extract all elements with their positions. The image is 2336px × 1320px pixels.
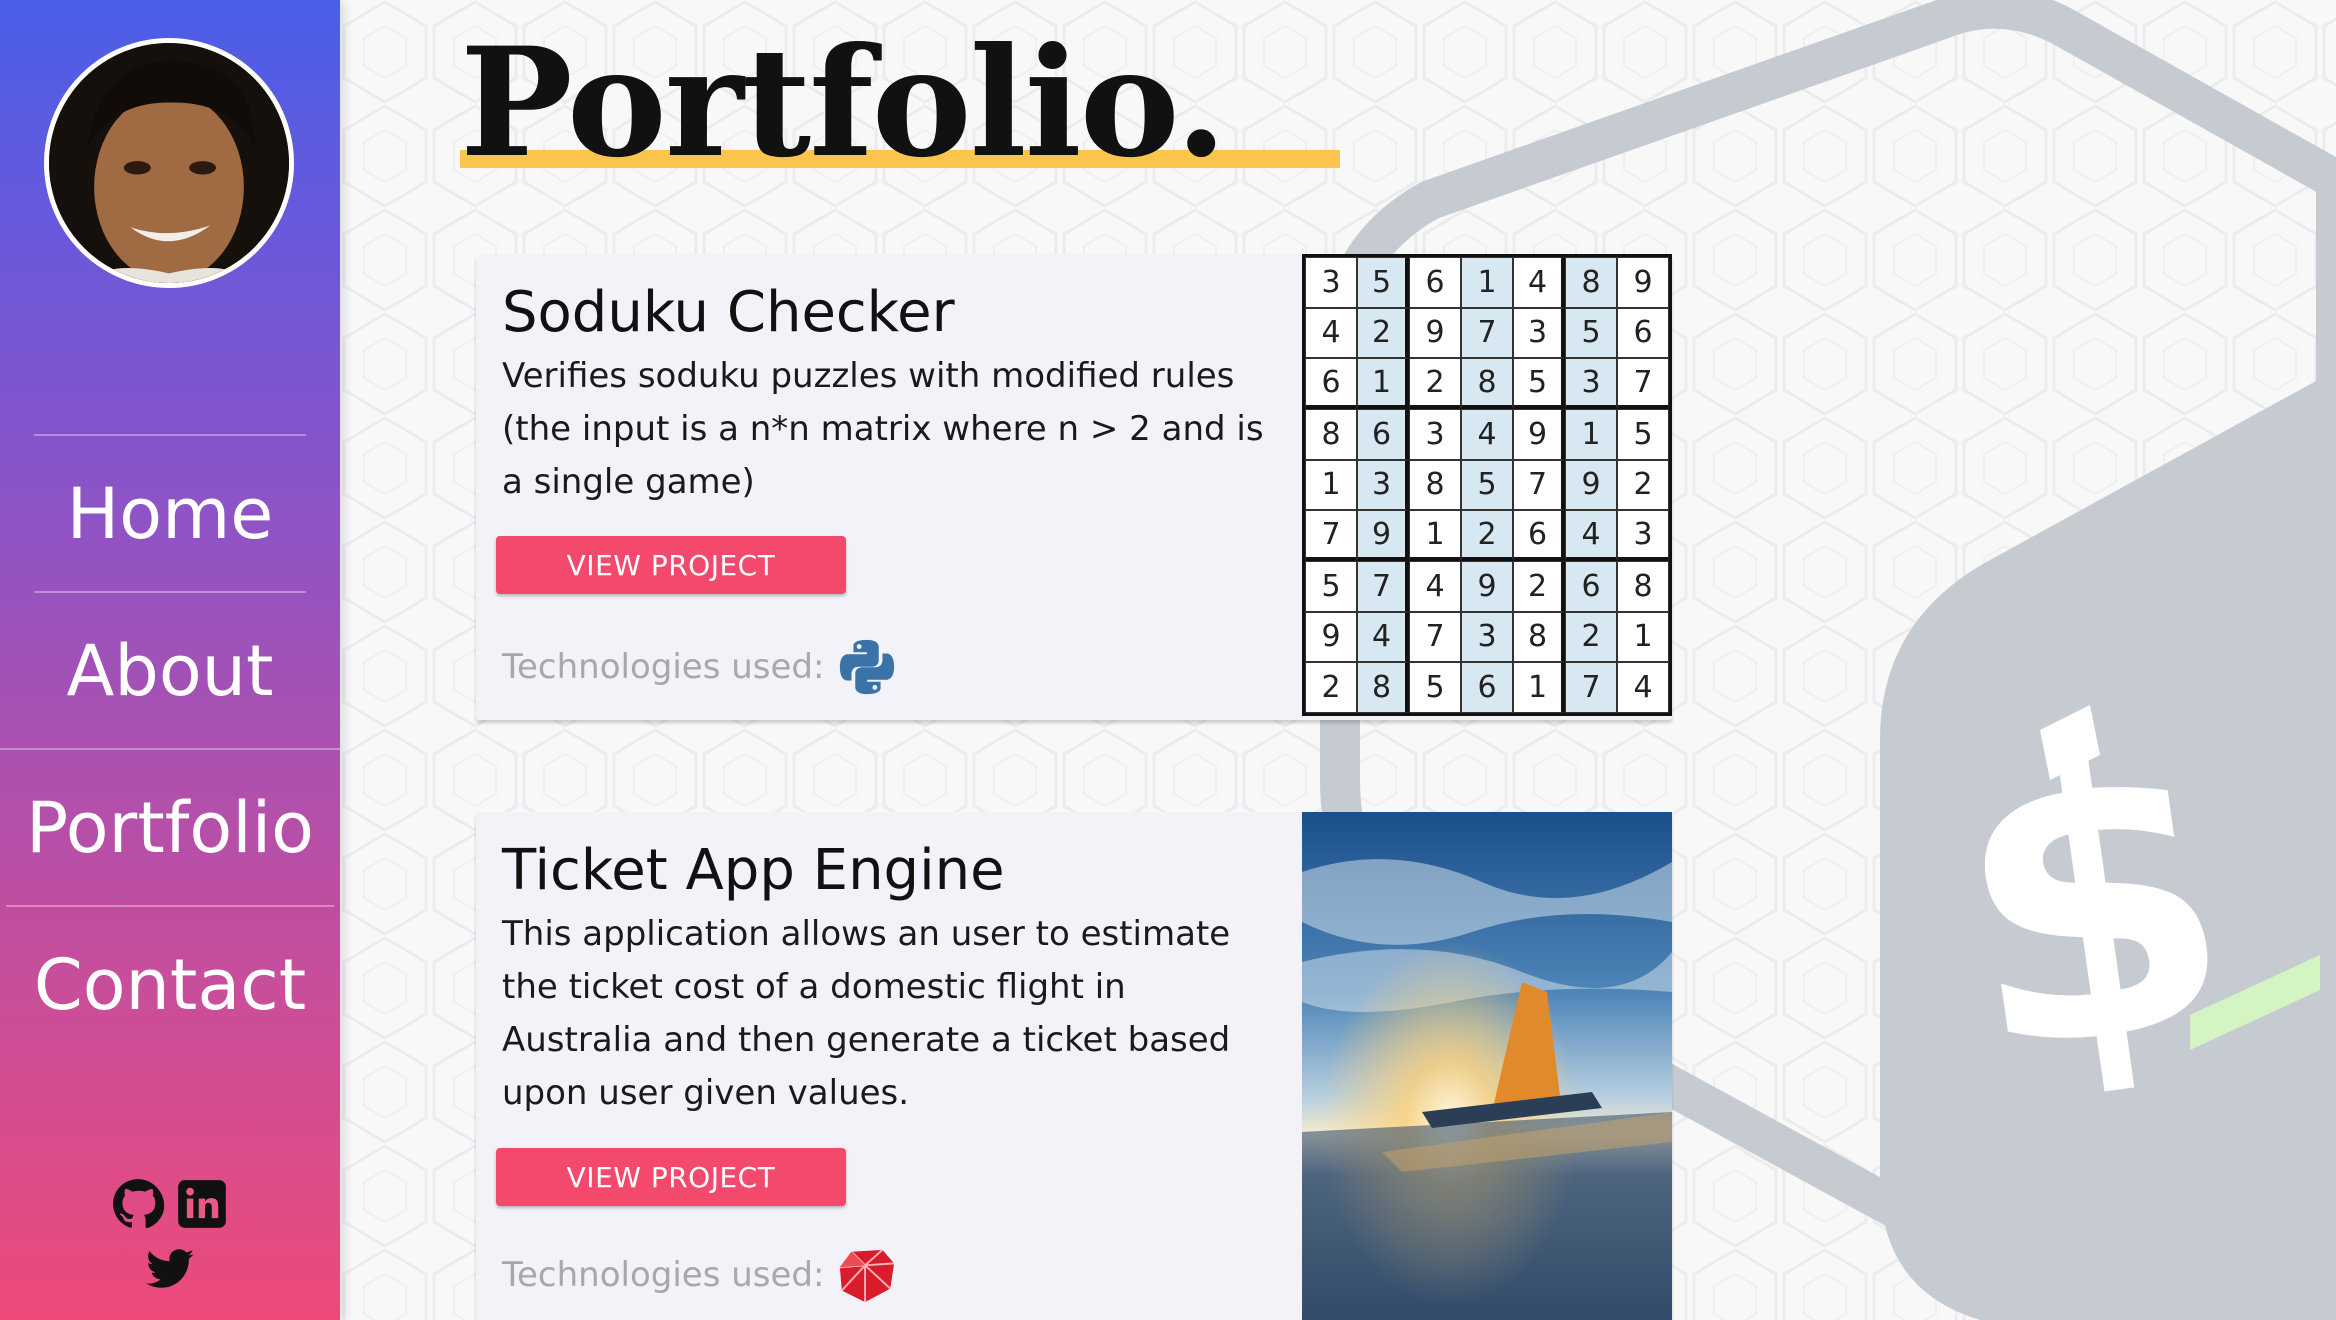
sudoku-cell: 8 bbox=[1357, 662, 1409, 713]
github-icon[interactable] bbox=[112, 1178, 164, 1230]
sudoku-cell: 4 bbox=[1513, 257, 1565, 308]
sudoku-cell: 9 bbox=[1305, 611, 1357, 663]
sudoku-cell: 8 bbox=[1513, 611, 1565, 663]
sudoku-cell: 3 bbox=[1409, 409, 1461, 460]
sudoku-cell: 1 bbox=[1513, 662, 1565, 713]
sudoku-cell: 2 bbox=[1305, 662, 1357, 713]
sudoku-cell: 4 bbox=[1617, 662, 1669, 713]
sudoku-cell: 3 bbox=[1565, 358, 1617, 409]
sudoku-cell: 7 bbox=[1565, 662, 1617, 713]
page-title: Portfolio. bbox=[460, 15, 1227, 191]
sudoku-cell: 2 bbox=[1565, 611, 1617, 663]
sudoku-cell: 1 bbox=[1357, 358, 1409, 409]
twitter-icon[interactable] bbox=[144, 1244, 196, 1296]
technologies-label: Technologies used: bbox=[502, 647, 825, 687]
sudoku-cell: 8 bbox=[1409, 459, 1461, 511]
sudoku-cell: 8 bbox=[1305, 409, 1357, 460]
sudoku-cell: 1 bbox=[1565, 409, 1617, 460]
technologies-label: Technologies used: bbox=[502, 1255, 825, 1295]
sudoku-cell: 7 bbox=[1513, 459, 1565, 511]
technologies-used: Technologies used: bbox=[502, 636, 898, 698]
view-project-button[interactable]: View Project bbox=[496, 1148, 846, 1206]
sudoku-cell: 7 bbox=[1461, 307, 1513, 359]
sudoku-grid: 3561489429735661285378634915138579279126… bbox=[1302, 254, 1672, 716]
sudoku-cell: 5 bbox=[1357, 257, 1409, 308]
project-description: This application allows an user to estim… bbox=[502, 914, 1231, 1113]
sudoku-cell: 1 bbox=[1461, 257, 1513, 308]
python-icon bbox=[840, 639, 895, 695]
sudoku-cell: 6 bbox=[1305, 358, 1357, 409]
sudoku-cell: 2 bbox=[1461, 510, 1513, 561]
sudoku-cell: 5 bbox=[1565, 307, 1617, 359]
sudoku-cell: 2 bbox=[1409, 358, 1461, 409]
ruby-icon bbox=[840, 1249, 895, 1303]
sudoku-cell: 3 bbox=[1305, 257, 1357, 308]
sudoku-cell: 9 bbox=[1565, 459, 1617, 511]
project-description: Verifies soduku puzzles with modified ru… bbox=[502, 356, 1264, 502]
technologies-used: Technologies used: bbox=[502, 1244, 898, 1306]
sudoku-cell: 5 bbox=[1305, 561, 1357, 612]
sudoku-cell: 1 bbox=[1617, 611, 1669, 663]
nav-item-contact[interactable]: Contact bbox=[6, 905, 334, 1062]
sudoku-cell: 7 bbox=[1305, 510, 1357, 561]
sudoku-cell: 5 bbox=[1513, 358, 1565, 409]
sudoku-cell: 5 bbox=[1461, 459, 1513, 511]
sudoku-cell: 5 bbox=[1617, 409, 1669, 460]
sudoku-cell: 9 bbox=[1617, 257, 1669, 308]
project-image-airplane bbox=[1302, 812, 1672, 1320]
sudoku-cell: 3 bbox=[1357, 459, 1409, 511]
sudoku-cell: 2 bbox=[1513, 561, 1565, 612]
sidebar: Home About Portfolio Contact bbox=[0, 0, 340, 1320]
sudoku-cell: 2 bbox=[1617, 459, 1669, 511]
sudoku-cell: 4 bbox=[1409, 561, 1461, 612]
sudoku-cell: 9 bbox=[1513, 409, 1565, 460]
nav-item-about[interactable]: About bbox=[34, 591, 306, 748]
sudoku-cell: 1 bbox=[1305, 459, 1357, 511]
sudoku-cell: 6 bbox=[1357, 409, 1409, 460]
sudoku-cell: 6 bbox=[1409, 257, 1461, 308]
profile-photo bbox=[49, 43, 289, 283]
sudoku-cell: 3 bbox=[1617, 510, 1669, 561]
sudoku-cell: 4 bbox=[1565, 510, 1617, 561]
sudoku-cell: 4 bbox=[1305, 307, 1357, 359]
sudoku-cell: 7 bbox=[1357, 561, 1409, 612]
sudoku-cell: 6 bbox=[1461, 662, 1513, 713]
sudoku-cell: 8 bbox=[1617, 561, 1669, 612]
sudoku-cell: 7 bbox=[1409, 611, 1461, 663]
social-links bbox=[0, 1178, 340, 1310]
airplane-wing-photo bbox=[1302, 812, 1672, 1320]
sudoku-cell: 9 bbox=[1409, 307, 1461, 359]
sudoku-cell: 7 bbox=[1617, 358, 1669, 409]
sudoku-cell: 8 bbox=[1565, 257, 1617, 308]
sudoku-cell: 3 bbox=[1461, 611, 1513, 663]
page: $ Home About Portfolio Contact Portfolio… bbox=[0, 0, 2336, 1320]
project-image-sudoku: 3561489429735661285378634915138579279126… bbox=[1302, 254, 1672, 720]
sudoku-cell: 6 bbox=[1513, 510, 1565, 561]
nav-item-portfolio[interactable]: Portfolio bbox=[0, 748, 340, 905]
sudoku-cell: 1 bbox=[1409, 510, 1461, 561]
main-nav: Home About Portfolio Contact bbox=[0, 434, 340, 1062]
project-title: Ticket App Engine bbox=[502, 838, 1005, 903]
project-card-soduku: Soduku Checker Verifies soduku puzzles w… bbox=[476, 254, 1672, 720]
avatar bbox=[44, 38, 294, 288]
sudoku-cell: 6 bbox=[1617, 307, 1669, 359]
sudoku-cell: 9 bbox=[1461, 561, 1513, 612]
page-title-wrap: Portfolio. bbox=[460, 15, 1340, 191]
sudoku-cell: 2 bbox=[1357, 307, 1409, 359]
project-card-ticket-app: Ticket App Engine This application allow… bbox=[476, 812, 1672, 1320]
sudoku-cell: 8 bbox=[1461, 358, 1513, 409]
project-title: Soduku Checker bbox=[502, 280, 955, 345]
nav-item-home[interactable]: Home bbox=[34, 434, 306, 591]
sudoku-cell: 4 bbox=[1461, 409, 1513, 460]
view-project-button[interactable]: View Project bbox=[496, 536, 846, 594]
sudoku-cell: 3 bbox=[1513, 307, 1565, 359]
sudoku-cell: 4 bbox=[1357, 611, 1409, 663]
sudoku-cell: 6 bbox=[1565, 561, 1617, 612]
sudoku-cell: 9 bbox=[1357, 510, 1409, 561]
sudoku-cell: 5 bbox=[1409, 662, 1461, 713]
linkedin-icon[interactable] bbox=[176, 1178, 228, 1230]
